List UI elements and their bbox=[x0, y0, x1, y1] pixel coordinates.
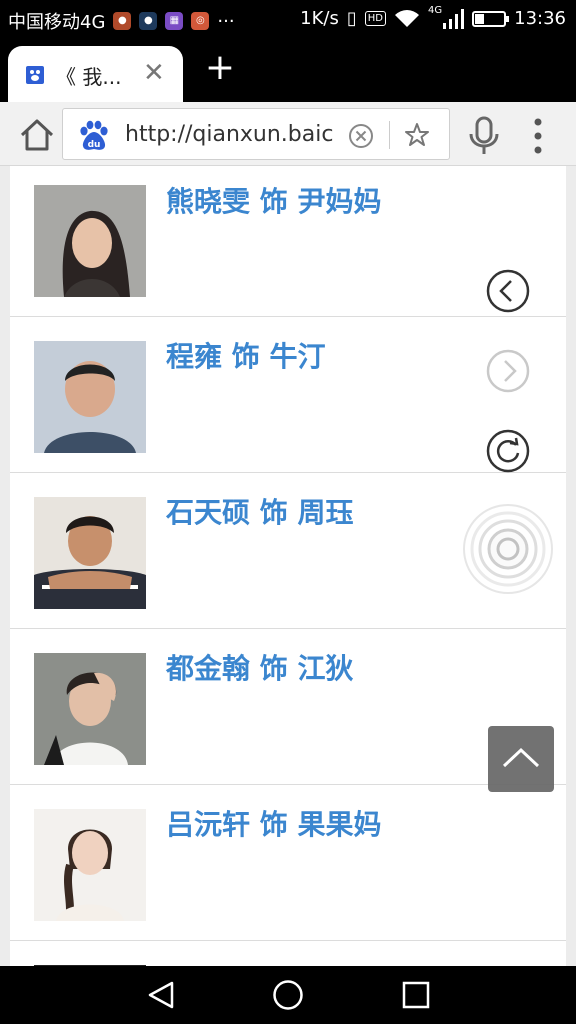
hd-badge: HD bbox=[364, 11, 386, 26]
system-nav-bar bbox=[0, 966, 576, 1024]
scroll-to-top-button[interactable] bbox=[488, 726, 554, 792]
cast-name-link[interactable]: 石天硕 饰 周珏 bbox=[166, 491, 354, 531]
close-tab-icon[interactable]: ✕ bbox=[143, 58, 165, 88]
back-arrow-icon[interactable] bbox=[486, 269, 530, 313]
notification-app-icon: ● bbox=[113, 12, 132, 30]
cast-name-link[interactable]: 熊晓雯 饰 尹妈妈 bbox=[166, 180, 382, 220]
battery-level bbox=[475, 13, 485, 24]
home-icon[interactable] bbox=[18, 116, 56, 154]
back-nav-icon[interactable] bbox=[146, 980, 176, 1010]
clear-url-icon[interactable] bbox=[348, 123, 374, 149]
recents-nav-icon[interactable] bbox=[402, 981, 430, 1009]
carrier-label: 中国移动4G bbox=[8, 12, 106, 33]
list-item[interactable]: 吕沅轩 饰 果果妈 bbox=[10, 785, 566, 941]
list-item-partial[interactable] bbox=[10, 941, 566, 966]
notification-app-icon: ◎ bbox=[191, 12, 210, 30]
cast-name-link[interactable]: 都金翰 饰 江狄 bbox=[166, 647, 354, 687]
actor-photo[interactable] bbox=[34, 497, 146, 609]
chevron-up-icon bbox=[502, 747, 540, 768]
wifi-icon bbox=[395, 9, 419, 27]
microphone-icon[interactable] bbox=[466, 116, 502, 156]
vibrate-icon: ▯ bbox=[346, 8, 357, 29]
browser-toolbar: du http://qianxun.baic bbox=[0, 102, 576, 166]
browser-tab[interactable]: 《 我... ✕ bbox=[8, 46, 183, 102]
cast-name-link[interactable]: 程雍 饰 牛汀 bbox=[166, 335, 326, 375]
battery-icon bbox=[472, 10, 510, 27]
more-notifications-label: ··· bbox=[217, 10, 235, 32]
forward-arrow-icon[interactable] bbox=[486, 349, 530, 393]
network-type: 4G bbox=[428, 5, 443, 16]
svg-text:du: du bbox=[88, 140, 101, 150]
notification-app-icon: ● bbox=[139, 12, 158, 30]
list-item[interactable]: 熊晓雯 饰 尹妈妈 bbox=[10, 166, 566, 317]
cast-name-link[interactable]: 吕沅轩 饰 果果妈 bbox=[166, 803, 382, 843]
status-bar: 中国移动4G ● ● ▦ ◎ ··· 1K/s ▯ HD 4G 13:36 bbox=[0, 0, 576, 40]
clock: 13:36 bbox=[514, 8, 566, 29]
baidu-favicon-icon bbox=[26, 66, 44, 84]
more-menu-icon[interactable] bbox=[530, 116, 546, 156]
address-bar[interactable]: du http://qianxun.baic bbox=[62, 108, 450, 160]
tab-title: 《 我... bbox=[56, 65, 122, 89]
refresh-icon[interactable] bbox=[486, 429, 530, 473]
signal-icon bbox=[443, 8, 465, 29]
notification-app-icon: ▦ bbox=[165, 12, 184, 30]
gesture-icon[interactable] bbox=[462, 503, 554, 595]
bookmark-star-icon[interactable] bbox=[403, 121, 431, 149]
actor-photo[interactable] bbox=[34, 809, 146, 921]
actor-photo[interactable] bbox=[34, 653, 146, 765]
divider bbox=[389, 121, 390, 149]
actor-photo[interactable] bbox=[34, 341, 146, 453]
page-content[interactable]: 熊晓雯 饰 尹妈妈 程雍 饰 牛汀 石天硕 饰 周珏 都金翰 饰 江狄 吕沅轩 … bbox=[0, 166, 576, 966]
list-item[interactable]: 都金翰 饰 江狄 bbox=[10, 629, 566, 785]
new-tab-button[interactable]: + bbox=[200, 48, 240, 88]
tab-bar: 《 我... ✕ + bbox=[0, 40, 576, 102]
network-speed: 1K/s bbox=[300, 8, 339, 29]
list-item[interactable]: 程雍 饰 牛汀 bbox=[10, 317, 566, 473]
home-nav-icon[interactable] bbox=[272, 979, 304, 1011]
url-text[interactable]: http://qianxun.baic bbox=[125, 122, 337, 147]
actor-photo[interactable] bbox=[34, 185, 146, 297]
baidu-logo-icon: du bbox=[80, 120, 108, 150]
